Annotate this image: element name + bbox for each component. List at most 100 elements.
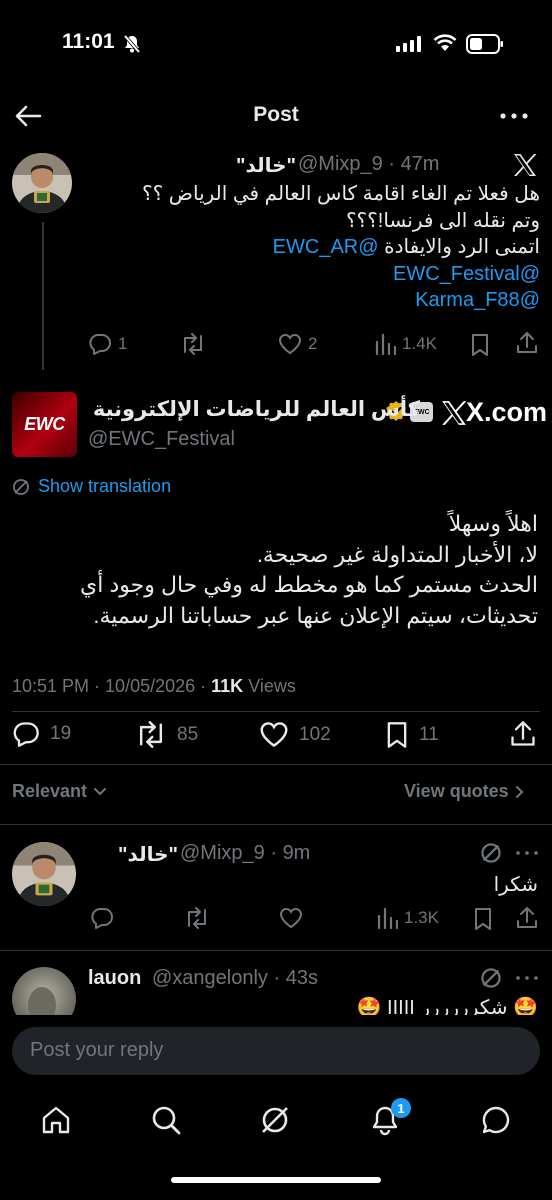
reply-count: 1 (118, 334, 128, 353)
reply-author-name[interactable]: "خالد" (118, 842, 178, 867)
avatar[interactable] (12, 153, 72, 213)
grok-nav-icon[interactable] (259, 1104, 291, 1136)
divider (12, 711, 540, 712)
like-count: 2 (308, 334, 318, 353)
search-icon[interactable] (150, 1104, 182, 1136)
views-button[interactable]: 1.4K (374, 333, 437, 355)
reply-count: 19 (50, 723, 72, 744)
parent-author-name[interactable]: "خالد" (236, 153, 296, 178)
grok-icon[interactable] (480, 967, 502, 989)
views-icon (375, 333, 396, 355)
mention-link[interactable]: @Karma_F88 (415, 289, 540, 311)
parent-handle[interactable]: @Mixp_9 (298, 153, 383, 175)
share-icon[interactable] (515, 331, 539, 355)
repost-button[interactable] (184, 907, 216, 929)
parent-line-2: وتم نقله الى فرنسا!؟؟؟ (345, 209, 540, 232)
reply-input[interactable]: Post your reply (12, 1027, 540, 1075)
reply-button[interactable]: 19 (12, 721, 71, 747)
like-button[interactable]: 102 (259, 721, 331, 748)
main-line-2: لا، الأخبار المتداولة غير صحيحة. (256, 541, 538, 567)
status-time: 11:01 (62, 30, 115, 53)
show-translation-text: Show translation (38, 476, 172, 496)
bookmark-icon[interactable] (470, 333, 490, 357)
reply-time: 43s (285, 967, 318, 989)
share-icon[interactable] (515, 906, 539, 930)
repost-count: 85 (177, 723, 199, 745)
view-quotes-link[interactable]: View quotes (404, 781, 525, 802)
parent-line-3-text: اتمنى الرد والايفادة (384, 236, 540, 258)
reply-author-name[interactable]: lauon (88, 967, 141, 990)
bookmark-icon (387, 722, 407, 748)
ewc-logo-text: EWC (24, 414, 65, 434)
avatar[interactable] (12, 967, 76, 1015)
thread-line (42, 222, 44, 370)
reply-time: 9m (282, 842, 311, 864)
share-icon[interactable] (509, 720, 537, 748)
home-indicator (171, 1177, 381, 1183)
more-options-icon[interactable] (516, 851, 538, 855)
page-title: Post (253, 103, 299, 126)
repost-button[interactable]: 85 (135, 721, 198, 748)
heart-icon (279, 907, 303, 929)
main-author-name[interactable]: كأس العالم للرياضات الإلكترونية (93, 397, 420, 422)
like-button[interactable] (279, 907, 309, 929)
view-quotes-label: View quotes (404, 781, 509, 801)
reply-2-container: lauon @xangelonly · 43s 🤩 شكرررررر IIIII… (0, 951, 552, 1015)
avatar[interactable] (12, 842, 76, 906)
reply-icon (89, 334, 111, 355)
like-button[interactable]: 2 (278, 333, 317, 355)
main-line-3: الحدث مستمر كما هو مخطط له وفي حال وجود … (80, 572, 538, 597)
divider (0, 764, 552, 765)
reply-author-meta: @xangelonly · 43s (152, 967, 318, 989)
reply-handle[interactable]: @xangelonly (152, 967, 268, 989)
reply-button[interactable] (90, 907, 120, 929)
reply-button[interactable]: 1 (88, 333, 127, 355)
cellular-signal-icon (396, 36, 424, 52)
main-post-text: اهلاً وسهلاً لا، الأخبار المتداولة غير ص… (10, 509, 538, 631)
ewc-logo-avatar[interactable]: EWC (12, 392, 77, 457)
bookmark-button[interactable]: 11 (385, 721, 439, 749)
x-logo-icon (512, 153, 538, 177)
parent-line-1: هل فعلا تم الغاء اقامة كاس العالم في الر… (142, 183, 540, 205)
reply-placeholder: Post your reply (30, 1039, 164, 1061)
like-count: 102 (299, 723, 331, 745)
more-options-icon[interactable] (516, 976, 538, 980)
notification-badge: 1 (391, 1098, 411, 1118)
show-translation-link[interactable]: Show translation (12, 476, 171, 497)
divider (0, 824, 552, 825)
parent-time: 47m (400, 153, 440, 175)
reply-text: شكرا (493, 874, 538, 896)
main-line-1: اهلاً وسهلاً (448, 511, 538, 536)
heart-icon (278, 333, 302, 355)
bell-off-icon (122, 34, 142, 54)
repost-button[interactable] (180, 333, 212, 355)
bookmark-icon[interactable] (473, 907, 493, 931)
x-logo-icon (442, 400, 467, 425)
mention-link[interactable]: @EWC_AR (273, 236, 379, 258)
views-count: 1.3K (404, 908, 439, 927)
battery-icon (466, 34, 504, 54)
main-author-handle[interactable]: @EWC_Festival (88, 428, 235, 451)
messages-icon[interactable] (480, 1104, 512, 1136)
views-count: 1.4K (402, 334, 437, 353)
sort-relevant-dropdown[interactable]: Relevant (12, 781, 107, 802)
wifi-icon (433, 34, 457, 52)
post-meta: 10:51 PM · 10/05/2026 · 11K Views (12, 676, 296, 696)
views-label: Views (248, 676, 296, 696)
home-icon[interactable] (40, 1104, 72, 1136)
reply-handle[interactable]: @Mixp_9 (180, 842, 265, 864)
parent-line-3: اتمنى الرد والايفادة @EWC_AR (80, 234, 540, 261)
parent-post-text: هل فعلا تم الغاء اقامة كاس العالم في الر… (80, 181, 540, 314)
post-time[interactable]: 10:51 PM (12, 676, 89, 696)
views-button[interactable]: 1.3K (376, 907, 439, 929)
main-line-4: تحديثات، سيتم الإعلان عنها عبر حساباتنا … (93, 602, 538, 628)
post-date[interactable]: 10/05/2026 (105, 676, 195, 696)
chevron-right-icon (515, 785, 524, 798)
xcom-text: X.com (466, 397, 548, 427)
views-icon (377, 907, 398, 929)
more-options-icon[interactable] (500, 113, 528, 119)
grok-icon[interactable] (480, 842, 502, 864)
chevron-down-icon (94, 787, 107, 795)
mention-link[interactable]: @EWC_Festival (393, 263, 540, 285)
repost-icon (188, 907, 206, 929)
